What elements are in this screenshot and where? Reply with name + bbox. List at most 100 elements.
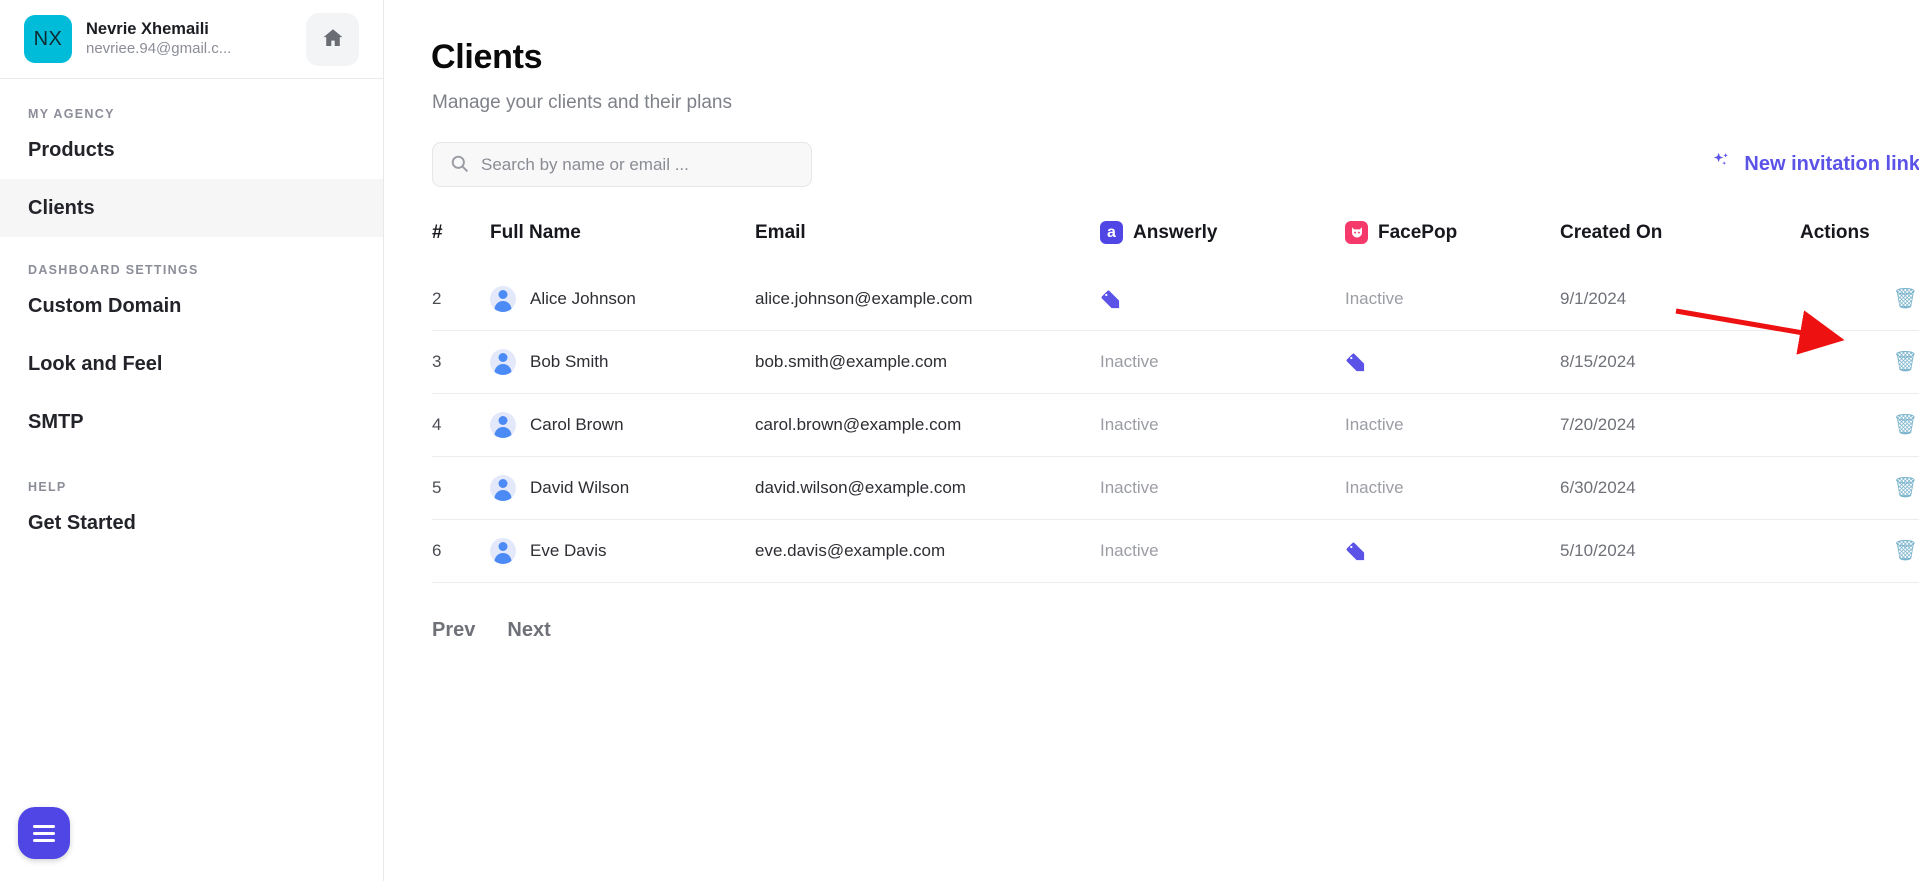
home-icon bbox=[321, 26, 345, 53]
page-subtitle: Manage your clients and their plans bbox=[432, 92, 732, 113]
cell-email: carol.brown@example.com bbox=[755, 393, 1100, 457]
delete-row-button[interactable]: 🗑 bbox=[1893, 352, 1918, 372]
sparkles-icon bbox=[1711, 151, 1733, 179]
cell-facepop-status bbox=[1345, 519, 1560, 583]
user-name: Nevrie Xhemaili bbox=[86, 20, 209, 38]
sidebar-item-label: SMTP bbox=[28, 410, 84, 433]
cell-created-on: 8/15/2024 bbox=[1560, 330, 1800, 394]
sidebar-item-products[interactable]: Products bbox=[0, 121, 383, 179]
user-email: nevriee.94@gmail.c... bbox=[86, 40, 232, 57]
column-header-full-name-label: Full Name bbox=[490, 221, 581, 243]
column-header-number: # bbox=[432, 221, 490, 268]
client-name: David Wilson bbox=[530, 478, 630, 497]
cell-email: eve.davis@example.com bbox=[755, 519, 1100, 583]
cell-full-name: Eve Davis bbox=[490, 519, 755, 583]
sidebar-item-label: Custom Domain bbox=[28, 294, 182, 317]
answerly-app-icon: a bbox=[1100, 221, 1123, 244]
main-content: Clients Manage your clients and their pl… bbox=[384, 0, 1919, 881]
prev-page-button[interactable]: Prev bbox=[432, 619, 475, 642]
column-header-facepop: FacePop bbox=[1345, 221, 1560, 268]
tag-icon bbox=[1345, 541, 1366, 562]
table-header: # Full Name Email a Answerly FacePop Cre… bbox=[432, 221, 1919, 268]
cell-full-name: Bob Smith bbox=[490, 330, 755, 394]
delete-row-button[interactable]: 🗑 bbox=[1893, 478, 1918, 498]
cell-answerly-status: Inactive bbox=[1100, 393, 1345, 457]
column-header-facepop-label: FacePop bbox=[1378, 221, 1458, 243]
sidebar-item-look-and-feel[interactable]: Look and Feel bbox=[0, 335, 383, 393]
clients-page: NX Nevrie Xhemaili nevriee.94@gmail.c...… bbox=[0, 0, 1919, 881]
menu-toggle-button[interactable] bbox=[18, 807, 70, 859]
sidebar-item-label: Get Started bbox=[28, 511, 136, 534]
cell-number: 6 bbox=[432, 519, 490, 583]
cell-actions: 🗑 bbox=[1800, 268, 1919, 331]
cell-answerly-status: Inactive bbox=[1100, 330, 1345, 394]
hamburger-menu-icon bbox=[33, 821, 55, 846]
cell-facepop-status: Inactive bbox=[1345, 456, 1560, 520]
cell-number: 2 bbox=[432, 289, 442, 308]
avatar: NX bbox=[24, 15, 72, 63]
table-row[interactable]: 5 David Wilson david.wilson@example.com … bbox=[432, 456, 1919, 520]
cell-full-name: Alice Johnson bbox=[490, 268, 755, 331]
table-row[interactable]: 6 Eve Davis eve.davis@example.com Inacti… bbox=[432, 519, 1919, 583]
table-row[interactable]: 3 Bob Smith bob.smith@example.com Inacti… bbox=[432, 330, 1919, 394]
cell-number: 4 bbox=[432, 393, 490, 457]
delete-row-button[interactable]: 🗑 bbox=[1893, 541, 1918, 561]
cell-answerly-status: Inactive bbox=[1100, 519, 1345, 583]
tag-icon bbox=[1345, 352, 1366, 373]
cell-facepop-status: Inactive bbox=[1345, 393, 1560, 457]
column-header-actions-label: Actions bbox=[1800, 221, 1870, 243]
table-row[interactable]: 4 Carol Brown carol.brown@example.com In… bbox=[432, 393, 1919, 457]
user-avatar-icon bbox=[490, 349, 516, 375]
toolbar: New invitation link bbox=[432, 142, 1919, 187]
clients-table-container: # Full Name Email a Answerly FacePop Cre… bbox=[432, 221, 1919, 583]
search-input[interactable] bbox=[432, 142, 812, 187]
user-avatar-icon bbox=[490, 286, 516, 312]
sidebar-item-clients[interactable]: Clients bbox=[0, 179, 383, 237]
cell-facepop-status: Inactive bbox=[1345, 289, 1404, 308]
sidebar-item-smtp[interactable]: SMTP bbox=[0, 393, 383, 451]
client-name: Bob Smith bbox=[530, 352, 609, 371]
client-name: Carol Brown bbox=[530, 415, 624, 434]
pagination: Prev Next bbox=[432, 619, 1919, 642]
cell-facepop-status bbox=[1345, 330, 1560, 394]
sidebar-item-custom-domain[interactable]: Custom Domain bbox=[0, 277, 383, 335]
cell-email: alice.johnson@example.com bbox=[755, 289, 973, 308]
cell-number: 3 bbox=[432, 330, 490, 394]
column-header-answerly-label: Answerly bbox=[1133, 221, 1218, 243]
sidebar-group-label: DASHBOARD SETTINGS bbox=[28, 263, 199, 277]
avatar-initials: NX bbox=[33, 27, 63, 50]
sidebar-item-label: Clients bbox=[28, 196, 95, 219]
column-header-created-on: Created On bbox=[1560, 221, 1800, 268]
sidebar-group-label: HELP bbox=[28, 480, 67, 494]
column-header-actions: Actions bbox=[1800, 221, 1919, 268]
cell-actions: 🗑 bbox=[1800, 519, 1919, 583]
home-button[interactable] bbox=[306, 12, 359, 66]
cell-email: bob.smith@example.com bbox=[755, 330, 1100, 394]
cell-actions: 🗑 bbox=[1800, 393, 1919, 457]
user-avatar-icon bbox=[490, 475, 516, 501]
cell-created-on: 9/1/2024 bbox=[1560, 289, 1627, 308]
sidebar-user-header: NX Nevrie Xhemaili nevriee.94@gmail.c... bbox=[0, 0, 383, 79]
table-header-row: # Full Name Email a Answerly FacePop Cre… bbox=[432, 221, 1919, 268]
column-header-full-name: Full Name bbox=[490, 221, 755, 268]
delete-row-button[interactable]: 🗑 bbox=[1893, 289, 1918, 309]
cell-number: 5 bbox=[432, 456, 490, 520]
new-invitation-link-button[interactable]: New invitation link bbox=[1711, 151, 1919, 179]
table-body: 2 Alice Johnson alice.johnson@example.co… bbox=[432, 268, 1919, 583]
facepop-app-icon bbox=[1345, 221, 1368, 244]
delete-row-button[interactable]: 🗑 bbox=[1893, 415, 1918, 435]
sidebar-group-help: HELP Get Started bbox=[0, 480, 383, 552]
sidebar: NX Nevrie Xhemaili nevriee.94@gmail.c...… bbox=[0, 0, 384, 881]
column-header-created-on-label: Created On bbox=[1560, 221, 1663, 243]
next-page-button[interactable]: Next bbox=[507, 619, 550, 642]
table-row[interactable]: 2 Alice Johnson alice.johnson@example.co… bbox=[432, 268, 1919, 331]
sidebar-group-label: MY AGENCY bbox=[28, 107, 115, 121]
cell-actions: 🗑 bbox=[1800, 456, 1919, 520]
new-invitation-link-label: New invitation link bbox=[1744, 153, 1919, 175]
client-name: Eve Davis bbox=[530, 541, 607, 560]
column-header-number-label: # bbox=[432, 221, 443, 243]
page-title: Clients bbox=[431, 38, 543, 76]
sidebar-item-get-started[interactable]: Get Started bbox=[0, 494, 383, 552]
client-name: Alice Johnson bbox=[530, 289, 636, 308]
sidebar-item-label: Look and Feel bbox=[28, 352, 163, 375]
